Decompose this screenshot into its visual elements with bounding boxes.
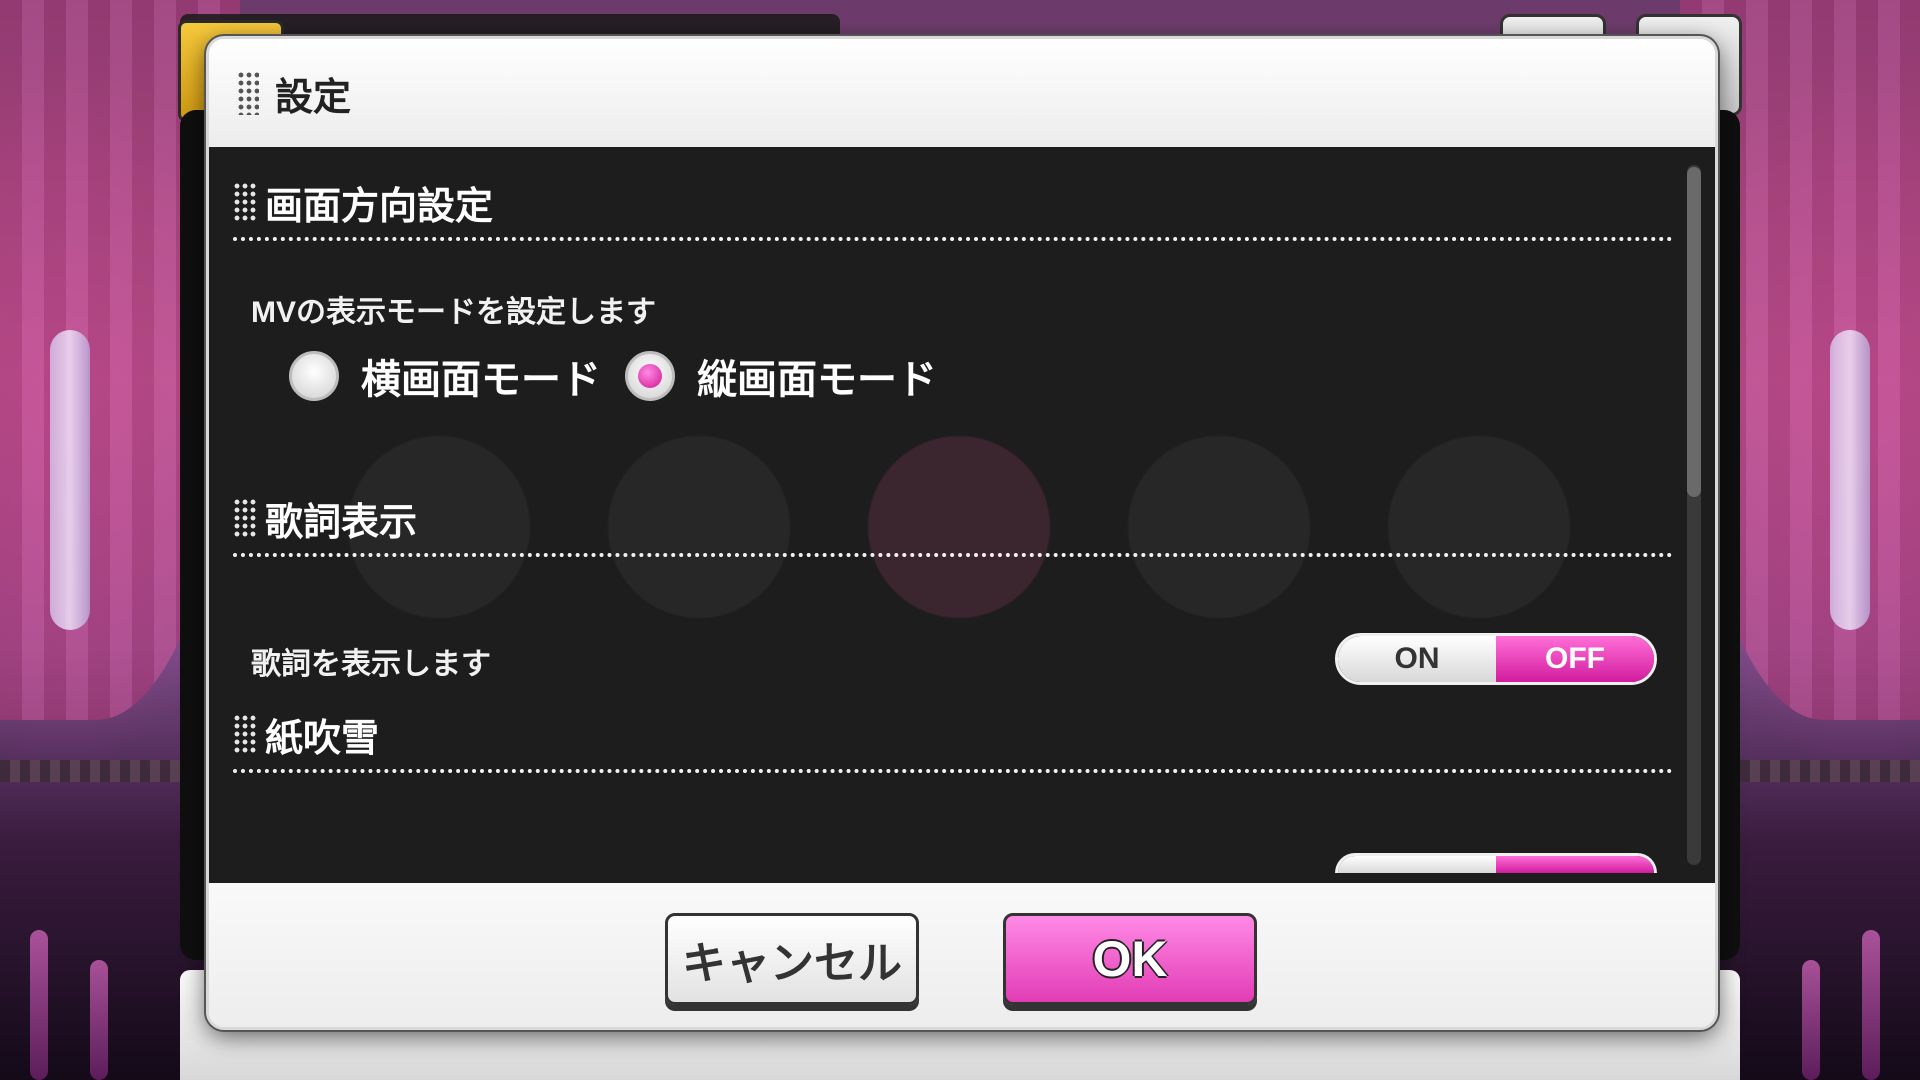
settings-scroll-area[interactable]: 画面方向設定 MVの表示モードを設定します 横画面モード 縦画面モード 歌詞表示… <box>209 147 1715 883</box>
lyrics-toggle-off[interactable]: OFF <box>1496 636 1654 682</box>
confetti-toggle-on[interactable] <box>1338 856 1496 873</box>
radio-unselected-icon[interactable] <box>289 351 339 401</box>
glow-stick <box>1802 960 1820 1080</box>
section-header-orientation: 画面方向設定 <box>233 167 1673 241</box>
cancel-button[interactable]: キャンセル <box>665 913 919 1005</box>
section-title-lyrics: 歌詞表示 <box>265 501 418 544</box>
dialog-title: 設定 <box>275 76 352 119</box>
section-header-confetti: 紙吹雪 <box>233 699 1673 773</box>
scrollbar-thumb[interactable] <box>1687 167 1701 497</box>
stage-pillar-right <box>1830 330 1870 630</box>
stage-pillar-left <box>50 330 90 630</box>
section-title-confetti: 紙吹雪 <box>265 717 380 760</box>
lyrics-toggle[interactable]: ON OFF <box>1335 633 1657 685</box>
orientation-description: MVの表示モードを設定します <box>251 296 656 329</box>
lyrics-toggle-on[interactable]: ON <box>1338 636 1496 682</box>
glow-stick <box>1862 930 1880 1080</box>
radio-selected-icon[interactable] <box>625 351 675 401</box>
section-title-orientation: 画面方向設定 <box>265 185 494 228</box>
glow-stick <box>30 930 48 1080</box>
section-grip-icon <box>233 498 257 538</box>
ok-button[interactable]: OK <box>1003 913 1257 1005</box>
section-grip-icon <box>233 714 257 754</box>
radio-label-portrait: 縦画面モード <box>697 358 937 402</box>
section-header-lyrics: 歌詞表示 <box>233 483 1673 557</box>
dialog-footer: キャンセル OK <box>209 883 1715 1027</box>
dialog-header: 設定 <box>209 39 1715 147</box>
radio-option-landscape[interactable]: 横画面モード <box>289 347 601 405</box>
confetti-toggle[interactable] <box>1335 853 1657 873</box>
section-grip-icon <box>233 182 257 222</box>
drag-grip-icon <box>237 71 259 115</box>
glow-stick <box>90 960 108 1080</box>
radio-option-portrait[interactable]: 縦画面モード <box>625 347 937 405</box>
confetti-toggle-off[interactable] <box>1496 856 1654 873</box>
orientation-radio-group: 横画面モード 縦画面モード <box>289 347 961 405</box>
radio-label-landscape: 横画面モード <box>361 358 601 402</box>
settings-dialog: 設定 画面方向設定 MVの表示モードを設定します 横画面モード 縦画面モード 歌… <box>206 36 1718 1030</box>
lyrics-description: 歌詞を表示します <box>251 648 491 681</box>
